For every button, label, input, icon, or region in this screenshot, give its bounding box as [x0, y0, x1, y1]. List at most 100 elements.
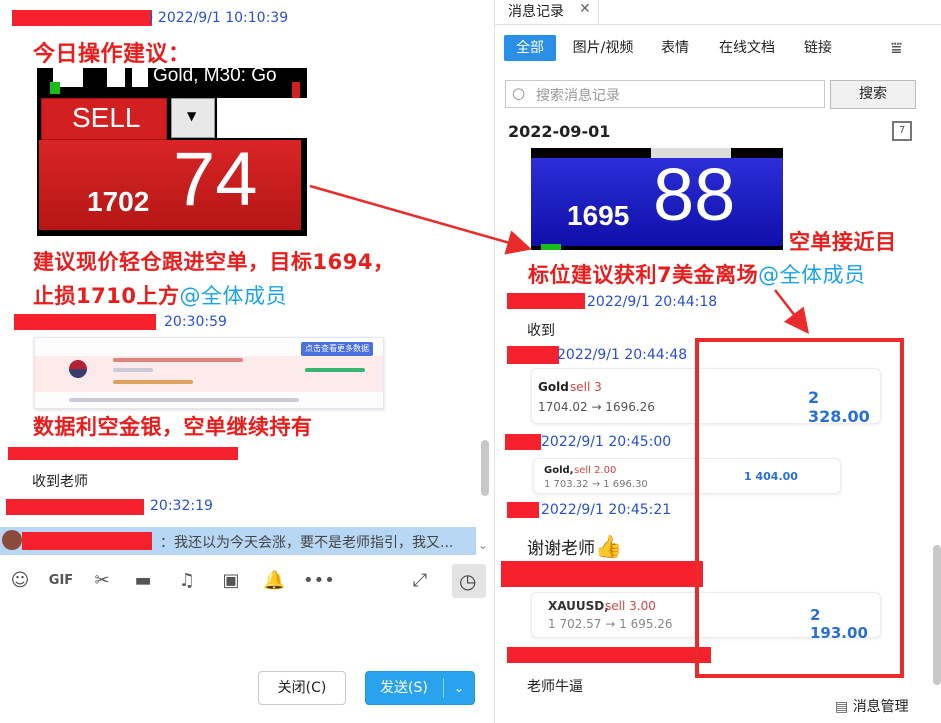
message-time: 2022/9/1 20:44:18	[587, 294, 718, 310]
search-input[interactable]: ○ 搜索消息记录	[505, 80, 825, 108]
news-line	[113, 380, 193, 384]
thanks-text: 谢谢老师	[527, 539, 595, 559]
bell-icon[interactable]: 🔔	[263, 570, 285, 592]
trade-side: sell 3	[570, 380, 602, 394]
advice-text-line1: 建议现价轻仓跟进空单，目标1694，	[33, 250, 395, 274]
filter-all[interactable]: 全部	[504, 35, 556, 61]
date-header: 2022-09-01	[508, 122, 611, 141]
filter-links[interactable]: 链接	[800, 35, 836, 61]
more-icon[interactable]: •••	[303, 570, 335, 592]
tab-message-history[interactable]: 消息记录 ✕	[495, 0, 599, 24]
advice-heading: 今日操作建议：	[33, 42, 191, 67]
mention-all[interactable]: @全体成员	[758, 263, 866, 287]
message-text: 收到老师	[32, 474, 88, 490]
price-small: 1695	[567, 200, 630, 231]
message-manager[interactable]: ▤ 消息管理	[835, 696, 909, 716]
sell-button[interactable]: SELL	[41, 98, 167, 140]
filter-media[interactable]: 图片/视频	[566, 35, 640, 61]
redacted-sender	[507, 502, 539, 518]
message-time: 20:32:19	[150, 498, 213, 514]
news-line	[69, 398, 299, 402]
calendar-icon[interactable]: 7	[892, 121, 912, 141]
annotation-line1: 空单接近目	[789, 230, 897, 254]
divider	[443, 678, 444, 698]
redacted-sender	[8, 447, 238, 460]
chat-window: ) 2022/9/1 10:10:39 今日操作建议： Gold, M30: G…	[0, 0, 494, 723]
message-manager-label: 消息管理	[852, 699, 909, 715]
message-text: 老师牛逼	[527, 679, 583, 695]
trade-route: 1 703.32 → 1 696.30	[544, 479, 648, 490]
image-icon[interactable]: ▣	[220, 570, 242, 592]
mention-all[interactable]: @全体成员	[179, 284, 287, 308]
status-indicator	[541, 244, 561, 250]
collapse-icon[interactable]: ⌄	[478, 538, 488, 552]
avatar	[2, 530, 22, 550]
message-time: 2022/9/1 20:45:21	[541, 502, 672, 518]
trade-side: sell 2.00	[574, 465, 617, 476]
lot-input[interactable]	[217, 98, 307, 138]
data-note: 数据利空金银，空单继续持有	[33, 415, 313, 439]
folder-icon[interactable]: ▬	[132, 570, 154, 592]
price-screenshot[interactable]: 1695 88	[531, 148, 783, 250]
quoted-text: ：我还以为今天会涨，要不是老师指引，我又...	[160, 535, 454, 551]
sell-price-box: 1702 74	[39, 137, 301, 230]
redacted-sender	[12, 10, 152, 26]
redacted-sender	[501, 561, 703, 587]
send-button[interactable]: 发送(S) ⌄	[365, 671, 475, 705]
lot-dropdown[interactable]: ▼	[171, 98, 215, 138]
price-big: 88	[653, 153, 736, 236]
search-placeholder: 搜索消息记录	[536, 88, 620, 104]
redacted-sender	[507, 293, 585, 309]
message-time: 2022/9/1 20:44:48	[557, 347, 688, 363]
annotation-text: 标位建议获利7美金离场	[528, 263, 759, 287]
trade-symbol: XAUUSD,	[548, 599, 609, 613]
message-text: 谢谢老师👍	[527, 534, 622, 560]
chevron-down-icon[interactable]: ⌄	[454, 672, 464, 704]
filter-icon[interactable]: ⩸	[891, 38, 902, 59]
status-indicator	[50, 82, 60, 94]
history-scrollbar[interactable]	[933, 545, 941, 685]
trade-route: 1 702.57 → 1 695.26	[548, 617, 673, 631]
music-icon[interactable]: ♫	[176, 570, 198, 592]
redacted-sender	[507, 346, 559, 364]
close-icon[interactable]: ✕	[579, 1, 591, 17]
highlight-frame	[695, 338, 904, 678]
chart-toolbar-icon	[107, 68, 125, 87]
news-screenshot[interactable]: 点击查看更多数据	[34, 337, 384, 409]
news-more-button[interactable]: 点击查看更多数据	[301, 342, 373, 356]
emoji-icon[interactable]: ☺	[9, 570, 31, 592]
filter-emoji[interactable]: 表情	[655, 35, 695, 61]
scissors-icon[interactable]: ✂	[91, 570, 113, 592]
chart-toolbar-icon	[132, 68, 148, 87]
search-button[interactable]: 搜索	[830, 80, 916, 109]
advice-text: 止损1710上方	[33, 284, 180, 308]
trade-symbol: Gold	[538, 380, 569, 394]
trade-symbol: Gold,	[544, 465, 574, 476]
message-time: 2022/9/1 20:45:00	[541, 434, 672, 450]
chat-scrollbar[interactable]	[481, 440, 489, 496]
clock-icon: ◷	[459, 569, 477, 593]
buy-price-box: 1695 88	[531, 153, 783, 246]
search-icon: ○	[512, 84, 526, 102]
divider	[495, 24, 941, 25]
history-button[interactable]: ◷	[452, 564, 486, 598]
message-text: 收到	[527, 323, 555, 339]
us-flag-icon	[69, 360, 87, 378]
redacted-sender	[505, 434, 541, 450]
trade-route: 1704.02 → 1696.26	[538, 400, 655, 414]
trade-screenshot[interactable]: Gold, M30: Go SELL ▼ 1702 74	[37, 68, 307, 236]
redacted-sender	[6, 499, 144, 515]
filter-docs[interactable]: 在线文档	[715, 35, 779, 61]
expand-icon[interactable]: ⤢	[409, 570, 431, 592]
news-line	[113, 358, 243, 362]
price-big: 74	[173, 137, 258, 222]
tab-title: 消息记录	[508, 4, 564, 20]
input-toolbar: ☺ GIF ✂ ▬ ♫ ▣ 🔔 ••• ⤢ ◷	[0, 560, 494, 602]
gif-icon[interactable]: GIF	[48, 570, 74, 592]
price-small: 1702	[87, 186, 150, 217]
quoted-message-bar[interactable]: ：我还以为今天会涨，要不是老师指引，我又...	[0, 527, 476, 555]
thumbs-up-icon: 👍	[595, 535, 623, 560]
message-time: ) 2022/9/1 10:10:39	[148, 10, 289, 26]
close-button[interactable]: 关闭(C)	[258, 671, 346, 705]
news-line	[305, 368, 365, 372]
